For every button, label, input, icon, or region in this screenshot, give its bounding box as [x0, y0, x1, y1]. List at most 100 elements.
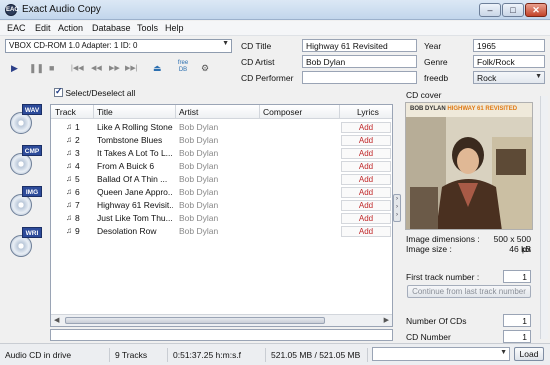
close-button[interactable]: ✕: [525, 3, 547, 17]
cd-artist-label: CD Artist: [241, 57, 275, 67]
expand-panel-handle[interactable]: › › ›: [393, 194, 401, 222]
horizontal-scrollbar[interactable]: ◀ ▶: [51, 314, 392, 326]
track-artist[interactable]: Bob Dylan: [179, 174, 257, 184]
maximize-button[interactable]: □: [502, 3, 524, 17]
next-icon[interactable]: ▶▶: [109, 64, 120, 72]
track-title[interactable]: Desolation Row: [97, 226, 173, 236]
menu-tools[interactable]: Tools: [137, 23, 158, 33]
track-title[interactable]: Like A Rolling Stone: [97, 122, 173, 132]
col-artist[interactable]: Artist: [179, 107, 198, 117]
play-icon[interactable]: ▶: [11, 63, 18, 74]
track-title[interactable]: Tombstone Blues: [97, 135, 173, 145]
col-title[interactable]: Title: [97, 107, 113, 117]
table-row[interactable]: ♫ 1 Like A Rolling Stone Bob Dylan Add: [51, 121, 392, 134]
col-composer[interactable]: Composer: [263, 107, 302, 117]
scroll-right-icon[interactable]: ▶: [384, 316, 389, 324]
cd-cover-image[interactable]: BOB DYLAN HIGHWAY 61 REVISITED: [405, 102, 533, 230]
lyrics-add-button[interactable]: Add: [341, 174, 391, 185]
load-button[interactable]: Load: [514, 347, 544, 361]
copy-wav-button[interactable]: WAV: [8, 104, 44, 138]
track-title[interactable]: Queen Jane Appro...: [97, 187, 173, 197]
wav-tag: WAV: [22, 104, 42, 115]
cd-number-label: CD Number: [406, 332, 451, 342]
table-row[interactable]: ♫ 2 Tombstone Blues Bob Dylan Add: [51, 134, 392, 147]
stop-icon[interactable]: ■: [49, 63, 54, 73]
right-panel-scrollbar[interactable]: [540, 96, 548, 339]
minimize-button[interactable]: –: [479, 3, 501, 17]
track-title[interactable]: Just Like Tom Thu...: [97, 213, 173, 223]
track-number: 5: [75, 174, 80, 184]
table-row[interactable]: ♫ 5 Ballad Of A Thin ... Bob Dylan Add: [51, 173, 392, 186]
track-title[interactable]: It Takes A Lot To L...: [97, 148, 173, 158]
freedb-icon[interactable]: free DB: [175, 60, 191, 74]
last-track-icon[interactable]: ▶▶|: [125, 64, 138, 72]
settings-icon[interactable]: ⚙: [201, 63, 209, 74]
menu-database[interactable]: Database: [92, 23, 131, 33]
track-artist[interactable]: Bob Dylan: [179, 200, 257, 210]
cd-number-field[interactable]: 1: [503, 330, 531, 343]
track-number: 3: [75, 148, 80, 158]
cd-artist-field[interactable]: Bob Dylan: [302, 55, 417, 68]
freedb-select[interactable]: Rock ▼: [473, 71, 545, 84]
menu-edit[interactable]: Edit: [35, 23, 51, 33]
previous-icon[interactable]: ◀◀: [91, 64, 102, 72]
lyrics-add-button[interactable]: Add: [341, 213, 391, 224]
col-track[interactable]: Track: [55, 107, 76, 117]
number-of-cds-field[interactable]: 1: [503, 314, 531, 327]
lyrics-add-button[interactable]: Add: [341, 161, 391, 172]
track-artist[interactable]: Bob Dylan: [179, 161, 257, 171]
lyrics-add-button[interactable]: Add: [341, 200, 391, 211]
continue-button[interactable]: Continue from last track number: [407, 285, 531, 298]
table-row[interactable]: ♫ 3 It Takes A Lot To L... Bob Dylan Add: [51, 147, 392, 160]
scroll-left-icon[interactable]: ◀: [54, 316, 59, 324]
lyrics-add-button[interactable]: Add: [341, 187, 391, 198]
table-header: Track Title Artist Composer Lyrics: [51, 105, 392, 119]
track-title[interactable]: Ballad Of A Thin ...: [97, 174, 173, 184]
table-row[interactable]: ♫ 4 From A Buick 6 Bob Dylan Add: [51, 160, 392, 173]
year-field[interactable]: 1965: [473, 39, 545, 52]
lyrics-add-button[interactable]: Add: [341, 148, 391, 159]
drive-select[interactable]: VBOX CD-ROM 1.0 Adapter: 1 ID: 0 ▼: [5, 39, 232, 53]
track-artist[interactable]: Bob Dylan: [179, 213, 257, 223]
menu-eac[interactable]: EAC: [7, 23, 26, 33]
pause-icon[interactable]: ❚❚: [29, 63, 44, 74]
cover-album-text: HIGHWAY 61 REVISITED: [447, 106, 518, 112]
music-note-icon: ♫: [66, 174, 72, 183]
track-artist[interactable]: Bob Dylan: [179, 226, 257, 236]
write-cd-button[interactable]: WRI: [8, 227, 44, 261]
lyrics-add-button[interactable]: Add: [341, 135, 391, 146]
copy-compressed-button[interactable]: CMP: [8, 145, 44, 179]
cd-cover-label: CD cover: [406, 90, 442, 100]
track-title[interactable]: Highway 61 Revisit...: [97, 200, 173, 210]
cd-title-field[interactable]: Highway 61 Revisited: [302, 39, 417, 52]
lyrics-add-button[interactable]: Add: [341, 122, 391, 133]
wri-tag: WRI: [22, 227, 42, 238]
table-row[interactable]: ♫ 6 Queen Jane Appro... Bob Dylan Add: [51, 186, 392, 199]
scroll-thumb[interactable]: [65, 317, 325, 324]
eject-icon[interactable]: ⏏: [153, 63, 162, 74]
track-artist[interactable]: Bob Dylan: [179, 122, 257, 132]
profile-select[interactable]: ▼: [372, 347, 510, 361]
track-artist[interactable]: Bob Dylan: [179, 187, 257, 197]
transport-toolbar: ▶ ❚❚ ■ |◀◀ ◀◀ ▶▶ ▶▶| ⏏ free DB ⚙: [5, 60, 232, 78]
table-row[interactable]: ♫ 8 Just Like Tom Thu... Bob Dylan Add: [51, 212, 392, 225]
track-artist[interactable]: Bob Dylan: [179, 148, 257, 158]
track-number: 4: [75, 161, 80, 171]
first-track-field[interactable]: 1: [503, 270, 531, 283]
track-artist[interactable]: Bob Dylan: [179, 135, 257, 145]
track-title[interactable]: From A Buick 6: [97, 161, 173, 171]
table-row[interactable]: ♫ 9 Desolation Row Bob Dylan Add: [51, 225, 392, 238]
cd-title-label: CD Title: [241, 41, 272, 51]
select-all-checkbox[interactable]: Select/Deselect all: [54, 86, 135, 98]
table-row[interactable]: ♫ 7 Highway 61 Revisit... Bob Dylan Add: [51, 199, 392, 212]
copy-image-button[interactable]: IMG: [8, 186, 44, 220]
log-strip: [50, 329, 393, 341]
chevron-down-icon: ▼: [535, 73, 542, 80]
genre-field[interactable]: Folk/Rock: [473, 55, 545, 68]
first-track-icon[interactable]: |◀◀: [71, 64, 84, 72]
col-lyrics[interactable]: Lyrics: [357, 107, 379, 117]
menu-help[interactable]: Help: [165, 23, 184, 33]
lyrics-add-button[interactable]: Add: [341, 226, 391, 237]
cd-performer-field[interactable]: [302, 71, 417, 84]
menu-action[interactable]: Action: [58, 23, 83, 33]
